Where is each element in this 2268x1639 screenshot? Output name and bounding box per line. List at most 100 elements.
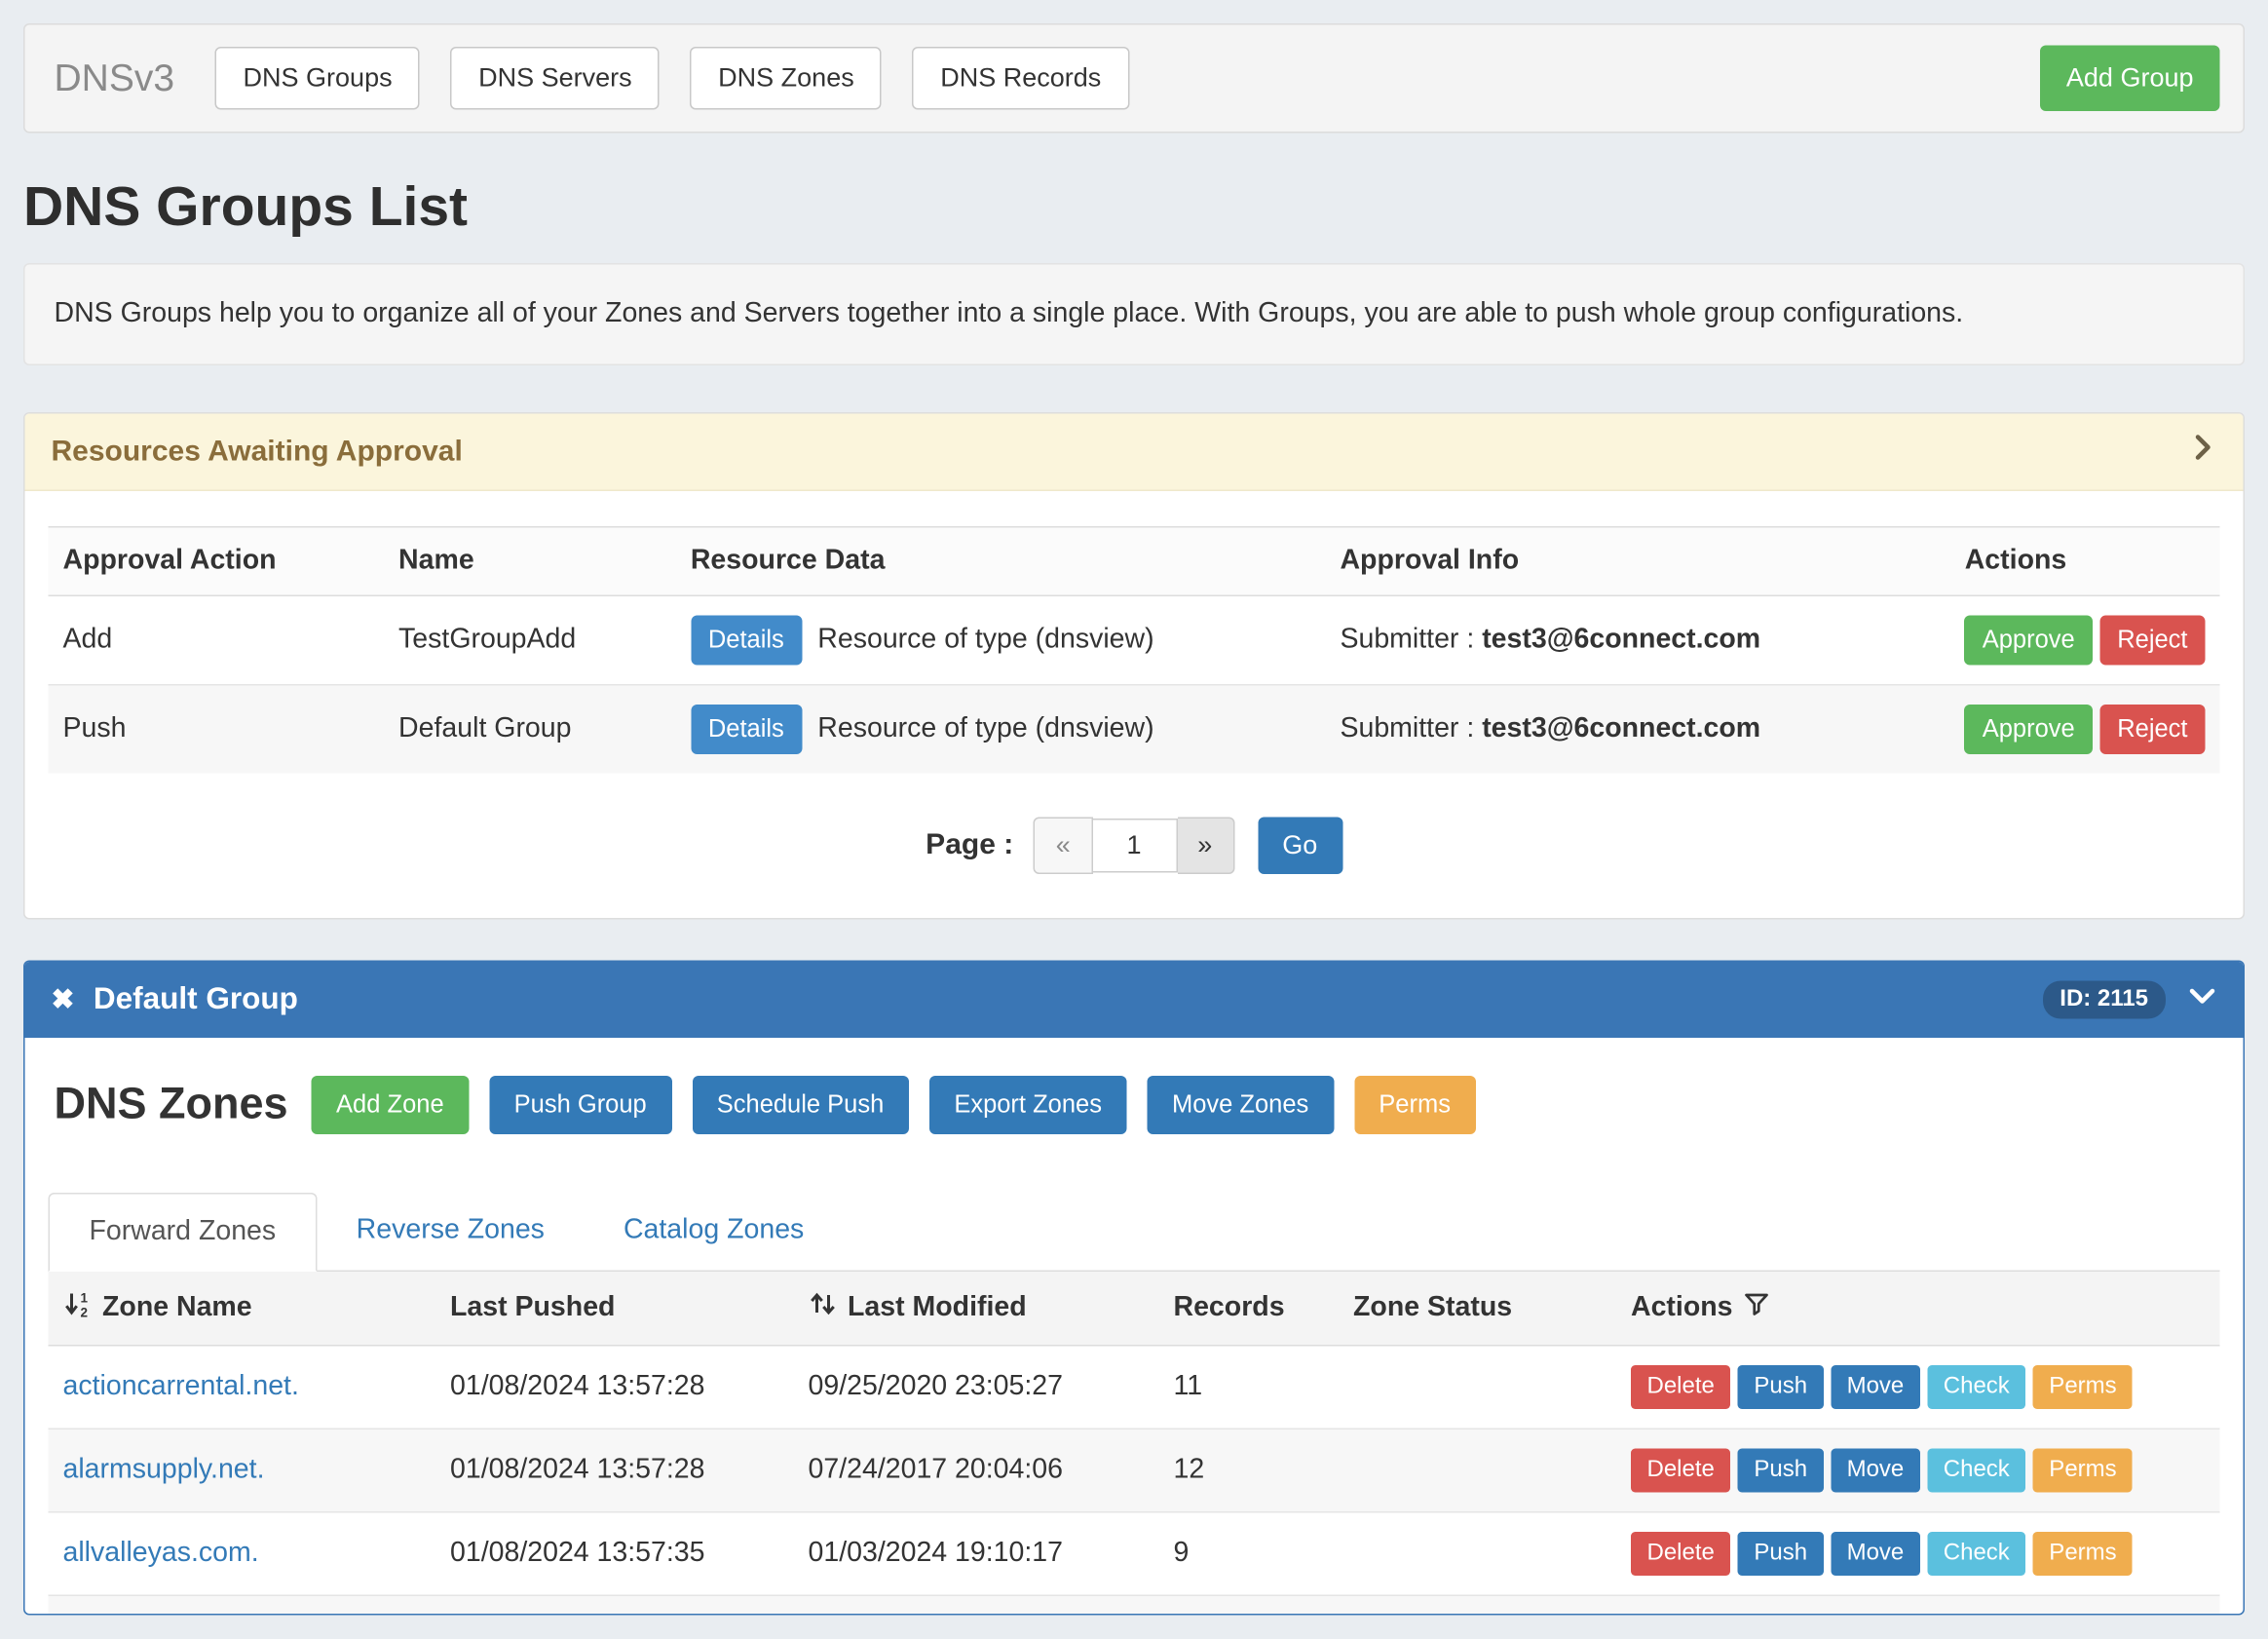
check-button[interactable]: Check (1927, 1532, 2025, 1576)
zones-header-row: 12 Zone Name Last Pushed (49, 1272, 2220, 1346)
zone-last-pushed: 01/08/2024 13:57:35 (435, 1512, 794, 1596)
zone-last-pushed: 01/08/2024 13:57:28 (435, 1346, 794, 1429)
svg-text:2: 2 (81, 1306, 89, 1319)
sort-numeric-icon[interactable]: 12 (63, 1289, 93, 1327)
approvals-panel: Resources Awaiting Approval Approval Act… (23, 412, 2245, 920)
zone-last-modified: 01/03/2024 19:10:17 (794, 1512, 1159, 1596)
col-approval-info: Approval Info (1325, 527, 1949, 596)
check-button[interactable]: Check (1927, 1365, 2025, 1409)
zones-table: 12 Zone Name Last Pushed (49, 1272, 2220, 1614)
zone-status (1339, 1512, 1616, 1596)
schedule-push-button[interactable]: Schedule Push (692, 1076, 909, 1134)
app-root: DNSv3 DNS Groups DNS Servers DNS Zones D… (0, 0, 2268, 1572)
delete-button[interactable]: Delete (1631, 1449, 1730, 1493)
zone-records: 11 (1159, 1346, 1340, 1429)
export-zones-button[interactable]: Export Zones (929, 1076, 1127, 1134)
page-number-input[interactable] (1092, 819, 1177, 873)
resource-type-text: Resource of type (dnsview) (817, 713, 1153, 745)
group-panel-body: DNS Zones Add Zone Push Group Schedule P… (25, 1038, 2244, 1614)
pagination: Page : « » Go (49, 818, 2220, 875)
chevron-down-icon[interactable] (2188, 981, 2217, 1019)
group-panel-header[interactable]: ✖ Default Group ID: 2115 (25, 962, 2244, 1038)
approval-action-cell: Push (49, 685, 385, 774)
close-icon[interactable]: ✖ (52, 986, 75, 1014)
zone-status (1339, 1346, 1616, 1429)
push-group-button[interactable]: Push Group (489, 1076, 671, 1134)
push-button[interactable]: Push (1738, 1449, 1824, 1493)
tab-forward-zones[interactable]: Forward Zones (49, 1193, 318, 1272)
details-button[interactable]: Details (691, 616, 802, 666)
col-zone-status[interactable]: Zone Status (1339, 1272, 1616, 1346)
zone-row: actioncarrental.net. 01/08/2024 13:57:28… (49, 1346, 2220, 1429)
col-last-pushed[interactable]: Last Pushed (435, 1272, 794, 1346)
group-id-badge: ID: 2115 (2042, 981, 2166, 1019)
approvals-panel-body: Approval Action Name Resource Data Appro… (25, 491, 2244, 918)
submitter-label: Submitter : (1340, 713, 1474, 744)
move-button[interactable]: Move (1831, 1532, 1920, 1576)
top-navbar: DNSv3 DNS Groups DNS Servers DNS Zones D… (23, 23, 2245, 133)
reject-button[interactable]: Reject (2099, 616, 2205, 666)
approvals-panel-header[interactable]: Resources Awaiting Approval (25, 414, 2244, 492)
approval-row: Push Default Group Details Resource of t… (49, 685, 2220, 774)
perms-button[interactable]: Perms (2033, 1449, 2133, 1493)
zone-tabs: Forward Zones Reverse Zones Catalog Zone… (49, 1193, 2220, 1272)
move-zones-button[interactable]: Move Zones (1147, 1076, 1333, 1134)
check-button[interactable]: Check (1927, 1449, 2025, 1493)
add-group-button[interactable]: Add Group (2040, 46, 2220, 112)
nav-dns-groups[interactable]: DNS Groups (215, 47, 420, 110)
zone-records: 9 (1159, 1512, 1340, 1596)
zone-row: alarmsupply.net. 01/08/2024 13:57:28 07/… (49, 1429, 2220, 1512)
default-group-panel: ✖ Default Group ID: 2115 DNS Zones Add Z… (23, 961, 2245, 1616)
next-page-button[interactable]: » (1177, 818, 1234, 875)
submitter-label: Submitter : (1340, 625, 1474, 656)
tab-catalog-zones[interactable]: Catalog Zones (584, 1193, 843, 1271)
push-button[interactable]: Push (1738, 1532, 1824, 1576)
approve-button[interactable]: Approve (1965, 616, 2093, 666)
approval-name-cell: TestGroupAdd (384, 595, 676, 685)
perms-button[interactable]: Perms (2033, 1365, 2133, 1409)
col-actions: Actions (1950, 527, 2220, 596)
nav-dns-records[interactable]: DNS Records (913, 47, 1129, 110)
add-zone-button[interactable]: Add Zone (312, 1076, 470, 1134)
details-button[interactable]: Details (691, 705, 802, 754)
zone-last-modified: 09/25/2020 23:05:27 (794, 1346, 1159, 1429)
svg-text:1: 1 (81, 1291, 89, 1306)
approval-name-cell: Default Group (384, 685, 676, 774)
zone-name-link[interactable]: allvalleyas.com. (63, 1538, 259, 1569)
perms-button[interactable]: Perms (1354, 1076, 1476, 1134)
chevron-right-icon[interactable] (2188, 433, 2217, 471)
zone-name-link[interactable]: actioncarrental.net. (63, 1371, 299, 1402)
delete-button[interactable]: Delete (1631, 1365, 1730, 1409)
col-name: Name (384, 527, 676, 596)
move-button[interactable]: Move (1831, 1365, 1920, 1409)
col-resource-data: Resource Data (676, 527, 1326, 596)
zone-status (1339, 1429, 1616, 1512)
zone-last-pushed: 01/08/2024 13:57:28 (435, 1429, 794, 1512)
move-button[interactable]: Move (1831, 1449, 1920, 1493)
prev-page-button[interactable]: « (1034, 818, 1092, 875)
go-button[interactable]: Go (1258, 818, 1342, 875)
sort-icon[interactable] (809, 1289, 838, 1327)
page-container: DNSv3 DNS Groups DNS Servers DNS Zones D… (0, 0, 2268, 1639)
tab-reverse-zones[interactable]: Reverse Zones (317, 1193, 584, 1271)
delete-button[interactable]: Delete (1631, 1532, 1730, 1576)
col-actions: Actions (1631, 1292, 1733, 1324)
nav-dns-servers[interactable]: DNS Servers (451, 47, 661, 110)
approval-row: Add TestGroupAdd Details Resource of typ… (49, 595, 2220, 685)
approvals-header-row: Approval Action Name Resource Data Appro… (49, 527, 2220, 596)
nav-dns-zones[interactable]: DNS Zones (691, 47, 883, 110)
push-button[interactable]: Push (1738, 1365, 1824, 1409)
col-records[interactable]: Records (1159, 1272, 1340, 1346)
group-panel-title: Default Group (94, 982, 298, 1017)
submitter-email: test3@6connect.com (1482, 713, 1760, 744)
zones-section-title: DNS Zones (55, 1081, 288, 1130)
zone-name-link[interactable]: alarmsupply.net. (63, 1455, 265, 1486)
filter-icon[interactable] (1743, 1291, 1769, 1326)
approve-button[interactable]: Approve (1965, 705, 2093, 754)
reject-button[interactable]: Reject (2099, 705, 2205, 754)
col-zone-name[interactable]: Zone Name (102, 1292, 252, 1324)
perms-button[interactable]: Perms (2033, 1532, 2133, 1576)
approvals-panel-title: Resources Awaiting Approval (52, 435, 463, 469)
resource-type-text: Resource of type (dnsview) (817, 625, 1153, 657)
col-last-modified[interactable]: Last Modified (848, 1292, 1027, 1324)
